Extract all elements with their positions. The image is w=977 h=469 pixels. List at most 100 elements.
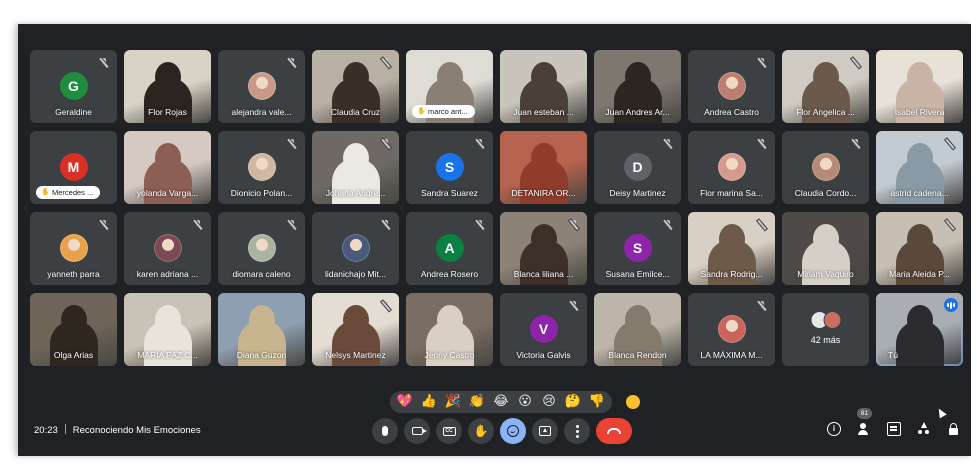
participant-tile[interactable]: Blanca Rendon	[594, 293, 681, 366]
participant-tile[interactable]: Juan esteban ...	[500, 50, 587, 123]
participant-tile[interactable]: V Victoria Galvis	[500, 293, 587, 366]
participant-tile[interactable]: Flor Rojas	[124, 50, 211, 123]
mic-off-icon	[757, 139, 767, 149]
raised-hand-icon: ✋	[417, 108, 426, 115]
participant-tile[interactable]: Olga Arias	[30, 293, 117, 366]
self-tile[interactable]: Tú	[876, 293, 963, 366]
captions-button[interactable]: CC	[436, 418, 462, 444]
mic-off-icon	[569, 301, 579, 311]
reaction-emoji-button[interactable]: 😢	[540, 391, 558, 413]
participant-tile[interactable]: Johana Andre...	[312, 131, 399, 204]
host-controls-icon[interactable]	[947, 422, 961, 436]
mic-off-icon	[663, 139, 673, 149]
participant-tile[interactable]: Jenny Castro	[406, 293, 493, 366]
reaction-emoji-button[interactable]: 👍	[420, 391, 438, 413]
participant-tile[interactable]: LA MÁXIMA M...	[688, 293, 775, 366]
participant-tile[interactable]: yolanda Varga...	[124, 131, 211, 204]
participant-name: Blanca Rendon	[608, 350, 667, 360]
participant-tile[interactable]: DETANIRA OR...	[500, 131, 587, 204]
participant-tile[interactable]: A Andrea Rosero	[406, 212, 493, 285]
participant-tile[interactable]: Claudia Cordo...	[782, 131, 869, 204]
meet-window: G Geraldine Flor Rojas alejandra vale... Cla…	[18, 24, 973, 456]
participant-tile[interactable]: Sandra Rodrig...	[688, 212, 775, 285]
activities-icon[interactable]	[917, 422, 931, 436]
reactions-panel: 💖 👍 🎉 👏 😂 😮 😢 🤔 👎	[390, 390, 640, 414]
participant-tile[interactable]: S Susana Emilce...	[594, 212, 681, 285]
participant-name: Diana Guzon	[236, 350, 287, 360]
participant-name: Geraldine	[55, 107, 92, 117]
participant-tile[interactable]: Flor Angelica ...	[782, 50, 869, 123]
participant-name: Deisy Martinez	[609, 188, 666, 198]
avatar-letter: G	[59, 72, 88, 100]
participant-name: ✋ Mercedes ...	[36, 186, 101, 199]
participant-tile[interactable]: yanneth parra	[30, 212, 117, 285]
participant-tile[interactable]: Isabel Rivera	[876, 50, 963, 123]
participant-tile[interactable]: Juan Andres Ar...	[594, 50, 681, 123]
participant-tile[interactable]: D Deisy Martinez	[594, 131, 681, 204]
reaction-emoji-button[interactable]: 😮	[516, 391, 534, 413]
participant-tile[interactable]: Maria Aleida P...	[876, 212, 963, 285]
avatar-photo	[247, 72, 276, 100]
avatar-photo	[811, 153, 840, 181]
participant-name: Flor marina Sa...	[700, 188, 763, 198]
more-options-button[interactable]	[564, 418, 590, 444]
mic-off-icon	[851, 58, 861, 68]
mic-off-icon	[757, 301, 767, 311]
call-controls: CC ✋	[372, 418, 632, 444]
camera-button[interactable]	[404, 418, 430, 444]
participant-tile[interactable]: Blanca liliana ...	[500, 212, 587, 285]
participant-tile[interactable]: M ✋ Mercedes ...	[30, 131, 117, 204]
participant-name: Isabel Rivera	[894, 107, 945, 117]
participant-tile[interactable]: astrid cadena...	[876, 131, 963, 204]
reaction-emoji-button[interactable]: 🤔	[564, 391, 582, 413]
participant-tile[interactable]: diomara caleno	[218, 212, 305, 285]
mic-off-icon	[475, 139, 485, 149]
mic-off-icon	[569, 220, 579, 230]
participant-tile[interactable]: Nelsys Martinez	[312, 293, 399, 366]
skin-tone-selector[interactable]	[626, 395, 640, 409]
reaction-emoji-button[interactable]: 👎	[588, 391, 606, 413]
participant-tile[interactable]: G Geraldine	[30, 50, 117, 123]
participant-tile[interactable]: Diana Guzon	[218, 293, 305, 366]
participant-tile[interactable]: MARIA PAZ C...	[124, 293, 211, 366]
avatar-letter: S	[623, 234, 652, 262]
present-icon	[539, 426, 551, 436]
avatar-letter: S	[435, 153, 464, 181]
participant-name: Victoria Galvis	[516, 350, 571, 360]
reaction-emoji-button[interactable]: 💖	[396, 391, 414, 413]
participant-tile[interactable]: ✋ marco ant...	[406, 50, 493, 123]
reactions-button[interactable]	[500, 418, 526, 444]
participant-tile[interactable]: Claudia Cruz	[312, 50, 399, 123]
info-icon[interactable]: i	[827, 422, 841, 436]
more-participants-tile[interactable]: 42 más	[782, 293, 869, 366]
leave-call-button[interactable]	[596, 418, 632, 444]
microphone-button[interactable]	[372, 418, 398, 444]
raised-hand-icon: ✋	[41, 189, 50, 196]
chat-icon[interactable]	[887, 422, 901, 436]
participant-name: karen adriana ...	[136, 269, 199, 279]
participant-tile[interactable]: Flor marina Sa...	[688, 131, 775, 204]
mic-off-icon	[287, 220, 297, 230]
speaking-indicator-icon	[944, 298, 958, 312]
avatar-photo	[341, 234, 370, 262]
participant-name: MARIA PAZ C...	[137, 350, 198, 360]
captions-icon: CC	[442, 426, 456, 436]
participant-tile[interactable]: Andrea Castro	[688, 50, 775, 123]
avatar-letter: D	[623, 153, 652, 181]
participant-name: Sandra Rodrig...	[700, 269, 763, 279]
participant-tile[interactable]: Dionicio Polan...	[218, 131, 305, 204]
participant-name: yolanda Varga...	[136, 188, 199, 198]
participant-tile[interactable]: karen adriana ...	[124, 212, 211, 285]
participant-tile[interactable]: S Sandra Suarez	[406, 131, 493, 204]
meeting-time: 20:23	[34, 425, 58, 436]
raise-hand-button[interactable]: ✋	[468, 418, 494, 444]
avatar-photo	[717, 72, 746, 100]
present-button[interactable]	[532, 418, 558, 444]
reaction-emoji-button[interactable]: 🎉	[444, 391, 462, 413]
reaction-emoji-button[interactable]: 😂	[492, 391, 510, 413]
reaction-emoji-button[interactable]: 👏	[468, 391, 486, 413]
participant-tile[interactable]: lidanichajo Mit...	[312, 212, 399, 285]
participant-tile[interactable]: alejandra vale...	[218, 50, 305, 123]
people-icon[interactable]: 81	[857, 408, 872, 436]
participant-tile[interactable]: Mirlam Vaquiro	[782, 212, 869, 285]
